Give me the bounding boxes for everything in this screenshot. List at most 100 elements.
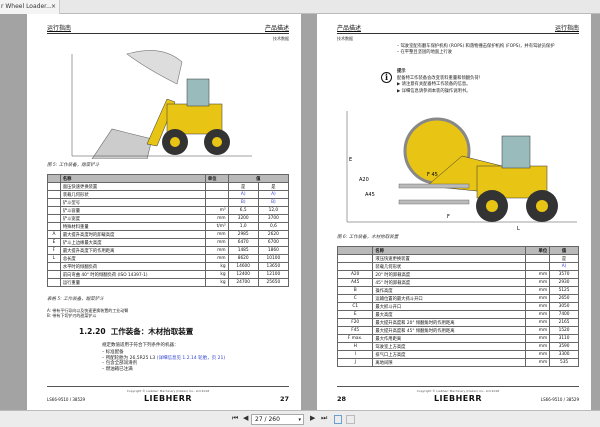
tire-link[interactable]: (详细信息见 1.2.14 轮胎，页 21) — [157, 356, 225, 361]
row-unit: mm — [524, 318, 551, 327]
header-left: 运行指南 — [47, 25, 72, 32]
row-name: 最大提升高度和 20° 倾翻角时的作用距离 — [372, 318, 526, 327]
row-key: F20 — [336, 318, 374, 327]
col-value: 值 — [227, 174, 290, 183]
bullet-list: – 标准配备 – 所配轮胎为 26,5R25 L3 (详细信息见 1.2.14 … — [102, 350, 225, 372]
dim-label: F 45 — [427, 172, 438, 178]
row-unit: m³ — [204, 206, 229, 215]
page-number-input[interactable]: 27 / 260 ▾ — [251, 414, 304, 425]
dim-label: A45 — [365, 192, 375, 198]
liebherr-logo: LIEBHERR — [143, 394, 193, 403]
section-title: 工作装备：木材抬取装置 — [110, 327, 194, 336]
last-page-button[interactable]: ⏭ — [321, 414, 327, 423]
row-key — [47, 222, 61, 231]
page-value: 27 / 260 — [255, 416, 280, 423]
row-unit: mm — [524, 310, 551, 319]
info-item: ▶ 详细信息请参阅本装的操作说明书。 — [397, 88, 471, 94]
row-name: 离地间隙 — [372, 358, 526, 367]
wheel-loader-log-grapple-diagram: E A20 A45 F 45 F L — [346, 111, 577, 231]
row-key: I — [336, 350, 374, 359]
table-row: J 离地间隙 mm 535 — [336, 358, 579, 367]
row-key — [47, 182, 61, 191]
row-value: 14600 — [227, 262, 259, 271]
row-value-2: B) — [257, 198, 290, 207]
row-value-2: 6700 — [257, 238, 290, 247]
row-value: 7400 — [549, 310, 579, 319]
row-unit: mm — [524, 326, 551, 335]
subheader: 技术数据 — [273, 36, 289, 41]
table-row: H 驾驶室上方高度 mm 3590 — [336, 342, 579, 351]
row-unit: mm — [524, 286, 551, 295]
row-name: 铲斗上边缘最大高度 — [59, 238, 206, 247]
row-key — [47, 190, 61, 199]
row-value: 3590 — [549, 342, 579, 351]
row-value-2: 13650 — [257, 262, 290, 271]
row-unit — [204, 190, 229, 199]
table-row: 液压快速更换装置 是 — [336, 254, 579, 263]
row-name: 液压快速更换装置 — [372, 254, 526, 263]
table-row: B 操作高度 mm 5125 — [336, 286, 579, 295]
row-unit: mm — [524, 342, 551, 351]
row-unit: mm — [204, 246, 229, 255]
row-name: 操作高度 — [372, 286, 526, 295]
row-value-2: 3700 — [257, 214, 290, 223]
row-unit: mm — [524, 334, 551, 343]
row-unit — [204, 198, 229, 207]
table-row: F max. 最大作用距离 mm 3110 — [336, 334, 579, 343]
row-key: L — [47, 254, 61, 263]
table-row: 铲斗宽度 mm 3200 3700 — [47, 214, 290, 223]
row-key — [336, 262, 374, 271]
row-value: 2650 — [549, 294, 579, 303]
row-value: 2930 — [549, 278, 579, 287]
table-row: A20 20° 时的卸载高度 mm 3570 — [336, 270, 579, 279]
row-name: 铲斗型号 — [59, 198, 206, 207]
table-row: 运行重量 kg 24700 25650 — [47, 278, 290, 287]
table-row: E 铲斗上边缘最大高度 mm 6470 6700 — [47, 238, 290, 247]
document-tab[interactable]: r Wheel Loader... × — [0, 0, 60, 14]
liebherr-logo: LIEBHERR — [433, 394, 483, 403]
row-value: A) — [549, 262, 579, 271]
row-value: 2985 — [227, 230, 259, 239]
table-row: F20 最大提升高度和 20° 倾翻角时的作用距离 mm 2165 — [336, 318, 579, 327]
table-row: 水平时的倾翻负荷 kg 14600 13650 — [47, 262, 290, 271]
row-key — [336, 254, 374, 263]
page-header: 运行指南 产品描述 — [47, 25, 289, 34]
row-unit: mm — [204, 254, 229, 263]
first-page-button[interactable]: ⏮ — [232, 414, 238, 423]
row-key: E — [336, 310, 374, 319]
page-footer: LS66-9510 / 38529 Copyright © Liebherr M… — [47, 386, 289, 406]
row-value-2: A) — [257, 190, 290, 199]
bullet-text: 标准配备 — [105, 350, 124, 355]
two-page-view-icon[interactable] — [346, 415, 355, 424]
close-tab-icon[interactable]: × — [51, 0, 56, 14]
row-key — [47, 206, 61, 215]
col-value: 值 — [549, 246, 579, 255]
row-name: 总长度 — [59, 254, 206, 263]
row-value: 3300 — [549, 350, 579, 359]
table-row: 前向弯曲 40° 时的倾翻负荷 (ISO 14397-1) kg 12400 1210… — [47, 270, 290, 279]
next-page-button[interactable]: ▶ — [310, 414, 315, 422]
table-header-row: 名称 单位值 — [47, 174, 290, 183]
table-row: F45 最大提升高度和 45° 倾翻角时的作用距离 mm 1520 — [336, 326, 579, 335]
row-name: 铲斗宽度 — [59, 214, 206, 223]
row-name: 最大高度 — [372, 310, 526, 319]
row-value: 3050 — [549, 302, 579, 311]
row-unit: mm — [204, 214, 229, 223]
single-page-view-icon[interactable] — [334, 415, 342, 424]
row-value-2: 是 — [257, 182, 290, 191]
chevron-down-icon[interactable]: ▾ — [298, 415, 301, 425]
row-unit: kg — [204, 278, 229, 287]
row-key: A45 — [336, 278, 374, 287]
previous-page-button[interactable]: ◀ — [243, 414, 248, 422]
section-heading: 1.2.20 工作装备：木材抬取装置 — [79, 326, 193, 337]
row-value: 3110 — [549, 334, 579, 343]
copyright: Copyright © Liebherr Machinery (Dalian) … — [416, 389, 500, 393]
table-caption: 表格 5: 工作装备，甜菜铲斗 — [47, 297, 104, 302]
specs-table: 名称 单位值 液压快速更换装置是装载几何形状 A) A20 20° 时的卸载高度 mm 35… — [336, 246, 579, 367]
figure-caption: 图 6: 工作装备，木材抬取装置 — [337, 235, 399, 240]
row-unit — [524, 262, 551, 271]
row-unit: mm — [524, 350, 551, 359]
table-row: C1 最大抓斗开口 mm 3050 — [336, 302, 579, 311]
row-value: 8620 — [227, 254, 259, 263]
col-name: 名称 — [372, 246, 526, 255]
